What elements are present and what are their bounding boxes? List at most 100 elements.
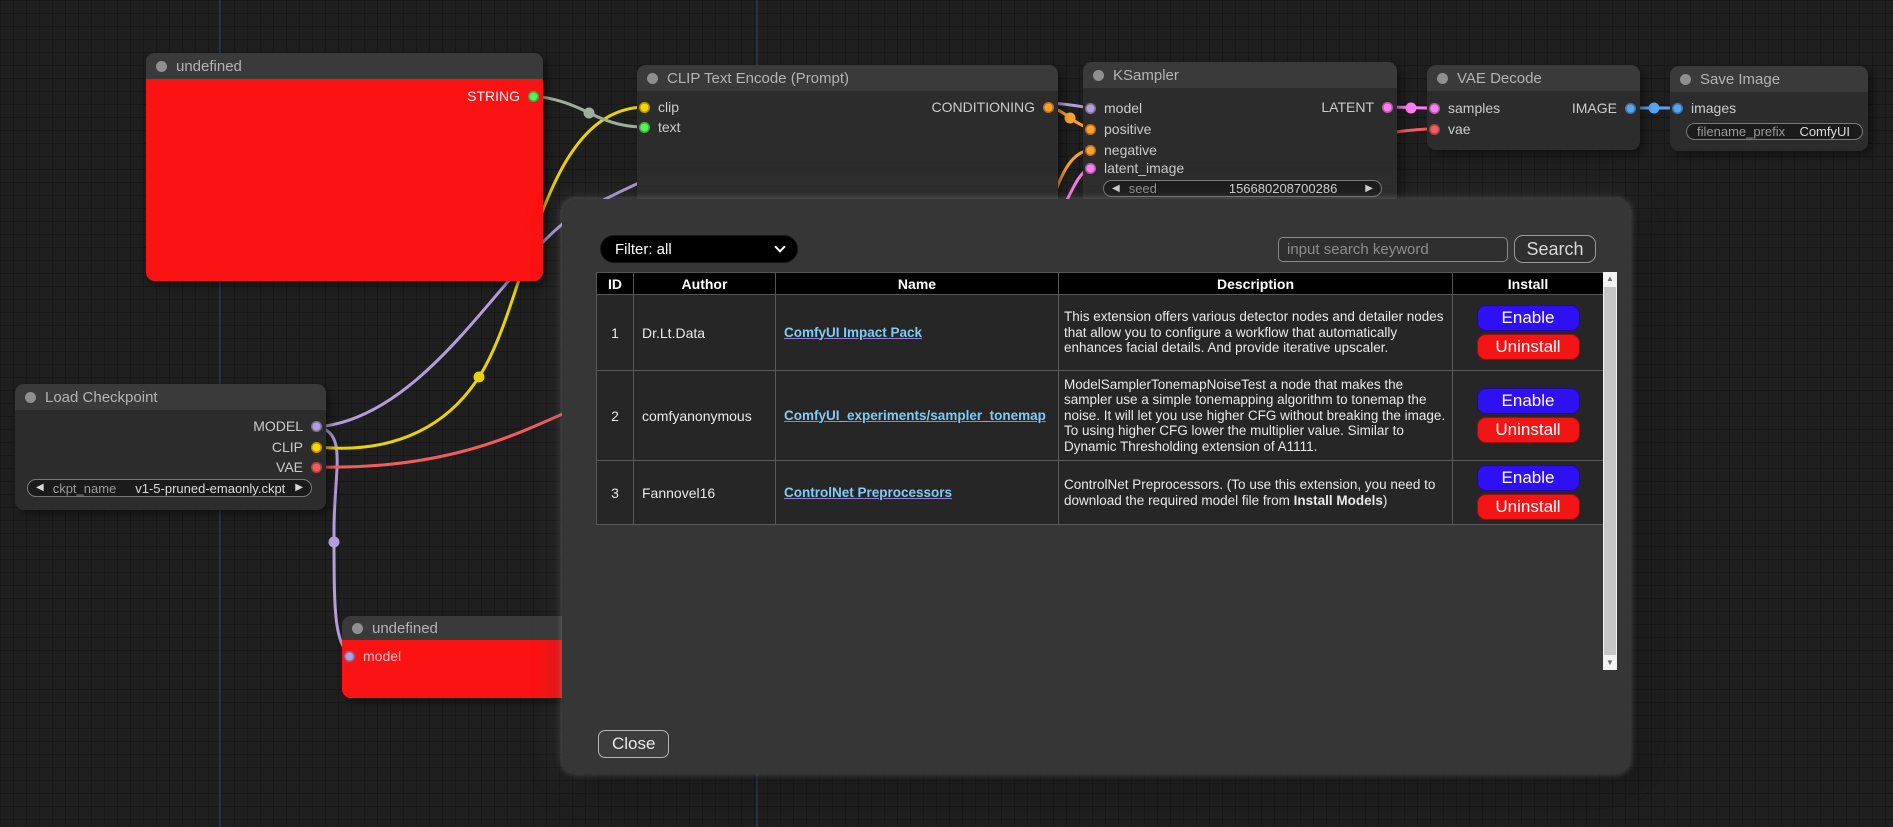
- slot-dot-icon[interactable]: [639, 102, 650, 113]
- output-slot-vae[interactable]: VAE: [276, 457, 322, 477]
- slot-dot-icon[interactable]: [1672, 103, 1683, 114]
- output-slot-model[interactable]: MODEL: [253, 416, 322, 436]
- node-title-bar[interactable]: undefined: [146, 53, 543, 79]
- cell-id: 2: [597, 371, 634, 461]
- search-input[interactable]: [1278, 237, 1508, 262]
- cell-description: This extension offers various detector n…: [1059, 295, 1453, 371]
- close-button[interactable]: Close: [598, 730, 669, 758]
- input-slot-model[interactable]: model: [344, 646, 401, 666]
- table-row: 3 Fannovel16 ControlNet Preprocessors Co…: [597, 461, 1604, 525]
- uninstall-button[interactable]: Uninstall: [1477, 494, 1580, 520]
- decrement-arrow-icon[interactable]: ◀: [1112, 184, 1120, 194]
- output-slot-conditioning[interactable]: CONDITIONING: [932, 97, 1054, 117]
- cell-install: Enable Uninstall: [1453, 295, 1604, 371]
- slot-dot-icon[interactable]: [528, 91, 539, 102]
- uninstall-button[interactable]: Uninstall: [1477, 417, 1580, 443]
- extension-link[interactable]: ComfyUI Impact Pack: [784, 325, 922, 340]
- slot-dot-icon[interactable]: [1429, 103, 1440, 114]
- output-slot-image[interactable]: IMAGE: [1572, 98, 1636, 118]
- slot-dot-icon[interactable]: [639, 122, 650, 133]
- extensions-table: ID Author Name Description Install 1 Dr.…: [596, 272, 1604, 525]
- node-title-bar[interactable]: VAE Decode: [1427, 65, 1640, 91]
- slot-dot-icon[interactable]: [344, 651, 355, 662]
- extension-link[interactable]: ComfyUI_experiments/sampler_tonemap: [784, 408, 1046, 423]
- table-scrollbar[interactable]: ▲ ▼: [1603, 272, 1617, 670]
- collapse-dot-icon[interactable]: [25, 392, 36, 403]
- slot-dot-icon[interactable]: [1085, 145, 1096, 156]
- prev-arrow-icon[interactable]: ◀: [36, 483, 44, 493]
- collapse-dot-icon[interactable]: [1437, 73, 1448, 84]
- column-header-install: Install: [1453, 273, 1604, 295]
- slot-dot-icon[interactable]: [1625, 103, 1636, 114]
- slot-dot-icon[interactable]: [1085, 124, 1096, 135]
- input-slot-samples[interactable]: samples: [1429, 98, 1500, 118]
- node-save-image[interactable]: Save Image images filename_prefix ComfyU…: [1670, 66, 1868, 151]
- table-row: 1 Dr.Lt.Data ComfyUI Impact Pack This ex…: [597, 295, 1604, 371]
- slot-dot-icon[interactable]: [311, 442, 322, 453]
- slot-dot-icon[interactable]: [1085, 103, 1096, 114]
- node-title: CLIP Text Encode (Prompt): [667, 70, 849, 87]
- cell-author: Fannovel16: [634, 461, 776, 525]
- node-load-checkpoint[interactable]: Load Checkpoint MODEL CLIP VAE ◀ ckpt_na…: [15, 384, 326, 510]
- output-slot-string[interactable]: STRING: [467, 86, 539, 106]
- next-arrow-icon[interactable]: ▶: [295, 483, 303, 493]
- collapse-dot-icon[interactable]: [1093, 70, 1104, 81]
- input-slot-text[interactable]: text: [639, 117, 681, 137]
- cell-description: ControlNet Preprocessors. (To use this e…: [1059, 461, 1453, 525]
- input-slot-images[interactable]: images: [1672, 98, 1736, 118]
- output-slot-clip[interactable]: CLIP: [272, 437, 322, 457]
- column-header-description: Description: [1059, 273, 1453, 295]
- slot-dot-icon[interactable]: [1043, 102, 1054, 113]
- cell-id: 3: [597, 461, 634, 525]
- node-body: [146, 79, 543, 281]
- node-vae-decode[interactable]: VAE Decode samples vae IMAGE: [1427, 65, 1640, 150]
- enable-button[interactable]: Enable: [1477, 305, 1580, 331]
- input-slot-vae[interactable]: vae: [1429, 119, 1471, 139]
- filter-select[interactable]: Filter: all: [600, 235, 798, 263]
- column-header-author: Author: [634, 273, 776, 295]
- input-slot-clip[interactable]: clip: [639, 97, 679, 117]
- table-row: 2 comfyanonymous ComfyUI_experiments/sam…: [597, 371, 1604, 461]
- cell-id: 1: [597, 295, 634, 371]
- node-title-bar[interactable]: Save Image: [1670, 66, 1868, 92]
- node-title: undefined: [176, 58, 242, 75]
- scrollbar-thumb[interactable]: [1604, 287, 1616, 655]
- enable-button[interactable]: Enable: [1477, 388, 1580, 414]
- slot-dot-icon[interactable]: [1085, 163, 1096, 174]
- output-slot-latent[interactable]: LATENT: [1321, 97, 1393, 117]
- cell-description: ModelSamplerTonemapNoiseTest a node that…: [1059, 371, 1453, 461]
- comfyui-canvas[interactable]: { "icons": { "left_arrow": "◀", "right_a…: [0, 0, 1893, 827]
- node-title-bar[interactable]: CLIP Text Encode (Prompt): [637, 65, 1058, 91]
- node-title-bar[interactable]: KSampler: [1083, 62, 1397, 88]
- scroll-up-icon[interactable]: ▲: [1603, 272, 1617, 286]
- node-title-bar[interactable]: Load Checkpoint: [15, 384, 326, 410]
- increment-arrow-icon[interactable]: ▶: [1365, 184, 1373, 194]
- collapse-dot-icon[interactable]: [352, 623, 363, 634]
- manager-dialog: Filter: all Search ID Author Name Descri…: [562, 199, 1630, 773]
- node-title: VAE Decode: [1457, 70, 1542, 87]
- slot-dot-icon[interactable]: [311, 462, 322, 473]
- column-header-id: ID: [597, 273, 634, 295]
- input-slot-negative[interactable]: negative: [1085, 140, 1157, 160]
- node-ksampler[interactable]: KSampler model positive negative latent_…: [1083, 62, 1397, 210]
- enable-button[interactable]: Enable: [1477, 465, 1580, 491]
- input-slot-latent-image[interactable]: latent_image: [1085, 158, 1184, 178]
- input-slot-positive[interactable]: positive: [1085, 119, 1151, 139]
- slot-dot-icon[interactable]: [311, 421, 322, 432]
- collapse-dot-icon[interactable]: [156, 61, 167, 72]
- node-title: undefined: [372, 620, 438, 637]
- slot-dot-icon[interactable]: [1382, 102, 1393, 113]
- ckpt-name-widget[interactable]: ◀ ckpt_name v1-5-pruned-emaonly.ckpt ▶: [27, 479, 312, 497]
- scroll-down-icon[interactable]: ▼: [1603, 656, 1617, 670]
- collapse-dot-icon[interactable]: [647, 73, 658, 84]
- search-button[interactable]: Search: [1514, 235, 1596, 263]
- uninstall-button[interactable]: Uninstall: [1477, 334, 1580, 360]
- collapse-dot-icon[interactable]: [1680, 74, 1691, 85]
- extension-link[interactable]: ControlNet Preprocessors: [784, 485, 952, 500]
- node-undefined-string[interactable]: undefined STRING: [146, 53, 543, 281]
- node-title: KSampler: [1113, 67, 1179, 84]
- filename-prefix-widget[interactable]: filename_prefix ComfyUI: [1686, 123, 1863, 140]
- slot-dot-icon[interactable]: [1429, 124, 1440, 135]
- input-slot-model[interactable]: model: [1085, 98, 1142, 118]
- seed-widget[interactable]: ◀ seed 156680208700286 ▶: [1103, 180, 1382, 197]
